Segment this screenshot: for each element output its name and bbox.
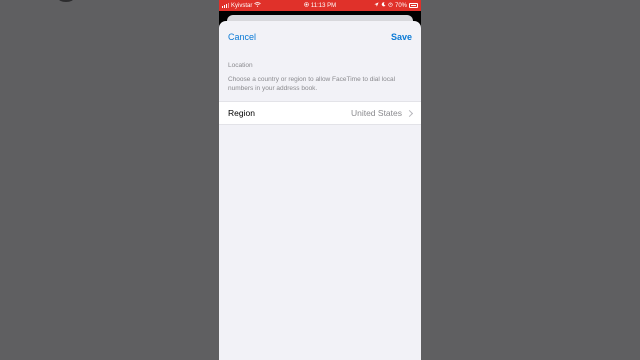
cellular-signal-icon [222,3,229,8]
region-row[interactable]: Region United States [219,102,421,124]
location-section-description: Choose a country or region to allow Face… [228,76,396,92]
alarm-icon [388,2,393,9]
battery-percent: 70% [394,2,407,9]
navigation-bar: Cancel Save [219,21,421,53]
status-center: 11:13 PM [292,2,348,9]
background-app-fragment [58,0,74,2]
carrier-name: Kyivstar [231,2,253,9]
clock-time: 11:13 PM [310,2,337,9]
location-section-header: Location [228,62,253,69]
chevron-right-icon [405,109,414,117]
wifi-icon [254,2,262,9]
phone-screen: Kyivstar 11:13 PM 70% Cancel Save Locati… [219,0,421,360]
region-value: United States [350,108,402,118]
screen-recording-icon [304,2,309,9]
battery-icon [409,3,418,8]
save-button[interactable]: Save [391,32,412,42]
status-left: Kyivstar [222,2,292,9]
region-group: Region United States [219,101,421,125]
status-right: 70% [348,2,418,9]
moon-icon [381,2,386,9]
status-bar: Kyivstar 11:13 PM 70% [219,0,421,11]
cancel-button[interactable]: Cancel [228,32,256,42]
settings-sheet: Cancel Save Location Choose a country or… [219,21,421,360]
location-arrow-icon [374,2,379,9]
region-label: Region [228,108,255,118]
